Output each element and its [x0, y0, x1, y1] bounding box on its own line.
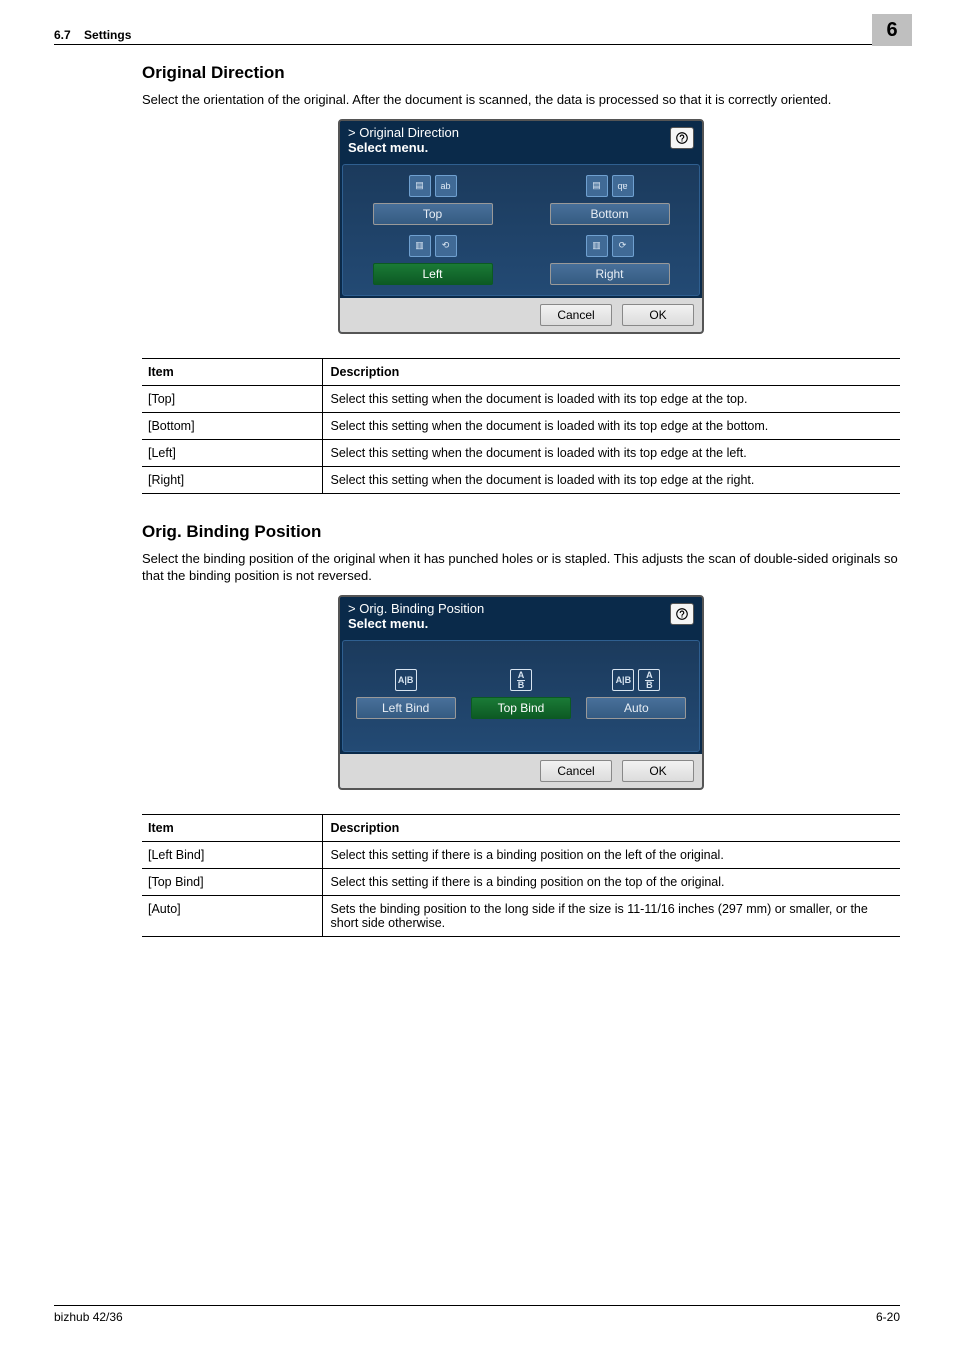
table-row: [Left]Select this setting when the docum… [142, 439, 900, 466]
page-header: 6.7 Settings 6 [54, 28, 900, 45]
option-button-left-bind[interactable]: Left Bind [356, 697, 456, 719]
table-row: [Left Bind]Select this setting if there … [142, 842, 900, 869]
doc-feeder-icon: ▥ [409, 235, 431, 257]
panel-breadcrumb: Original Direction [348, 125, 459, 140]
section-number: 6.7 [54, 28, 71, 42]
panel-select-menu: Select menu. [348, 140, 459, 156]
bind-ab-icon: A|B [395, 669, 417, 691]
option-left-bind[interactable]: A|B Left Bind [356, 669, 456, 719]
panel-original-direction: Original Direction Select menu. ▤ ab [338, 119, 704, 334]
option-button-auto[interactable]: Auto [586, 697, 686, 719]
option-right[interactable]: ▥ ⟳ Right [550, 235, 670, 285]
bind-stack-icon: AB [638, 669, 660, 691]
doc-feeder-icon: ▥ [586, 235, 608, 257]
orientation-icon: ⟲ [435, 235, 457, 257]
table-row: [Auto]Sets the binding position to the l… [142, 896, 900, 937]
help-icon [675, 607, 689, 621]
desc-original-direction: Select the orientation of the original. … [142, 91, 900, 109]
table-row: [Top]Select this setting when the docume… [142, 385, 900, 412]
doc-feeder-icon: ▤ [409, 175, 431, 197]
option-button-bottom[interactable]: Bottom [550, 203, 670, 225]
table-header-item: Item [142, 358, 322, 385]
panel-breadcrumb: Orig. Binding Position [348, 601, 484, 616]
option-bottom[interactable]: ▤ qɐ Bottom [550, 175, 670, 225]
option-button-right[interactable]: Right [550, 263, 670, 285]
chapter-badge: 6 [872, 14, 912, 46]
heading-original-direction: Original Direction [142, 63, 900, 83]
footer-page-number: 6-20 [876, 1310, 900, 1324]
option-button-top-bind[interactable]: Top Bind [471, 697, 571, 719]
option-button-top[interactable]: Top [373, 203, 493, 225]
cancel-button[interactable]: Cancel [540, 304, 612, 326]
bind-stack-icon: AB [510, 669, 532, 691]
option-button-left[interactable]: Left [373, 263, 493, 285]
table-header-item: Item [142, 815, 322, 842]
heading-orig-binding-position: Orig. Binding Position [142, 522, 900, 542]
help-icon [675, 131, 689, 145]
bind-ab-icon: A|B [612, 669, 634, 691]
orientation-icon: ⟳ [612, 235, 634, 257]
desc-orig-binding-position: Select the binding position of the origi… [142, 550, 900, 585]
table-row: [Bottom]Select this setting when the doc… [142, 412, 900, 439]
table-header-desc: Description [322, 358, 900, 385]
cancel-button[interactable]: Cancel [540, 760, 612, 782]
table-header-desc: Description [322, 815, 900, 842]
section-title: Settings [84, 28, 131, 42]
table-orig-binding-position: Item Description [Left Bind]Select this … [142, 814, 900, 937]
table-original-direction: Item Description [Top]Select this settin… [142, 358, 900, 494]
option-auto[interactable]: A|B AB Auto [586, 669, 686, 719]
orientation-icon: ab [435, 175, 457, 197]
help-button[interactable] [670, 127, 694, 149]
table-row: [Right]Select this setting when the docu… [142, 466, 900, 493]
panel-select-menu: Select menu. [348, 616, 484, 632]
option-top[interactable]: ▤ ab Top [373, 175, 493, 225]
option-left[interactable]: ▥ ⟲ Left [373, 235, 493, 285]
footer-product: bizhub 42/36 [54, 1310, 123, 1324]
option-top-bind[interactable]: AB Top Bind [471, 669, 571, 719]
help-button[interactable] [670, 603, 694, 625]
ok-button[interactable]: OK [622, 760, 694, 782]
orientation-icon: qɐ [612, 175, 634, 197]
ok-button[interactable]: OK [622, 304, 694, 326]
doc-feeder-icon: ▤ [586, 175, 608, 197]
page-footer: bizhub 42/36 6-20 [54, 1305, 900, 1324]
table-row: [Top Bind]Select this setting if there i… [142, 869, 900, 896]
panel-orig-binding-position: Orig. Binding Position Select menu. A|B [338, 595, 704, 790]
